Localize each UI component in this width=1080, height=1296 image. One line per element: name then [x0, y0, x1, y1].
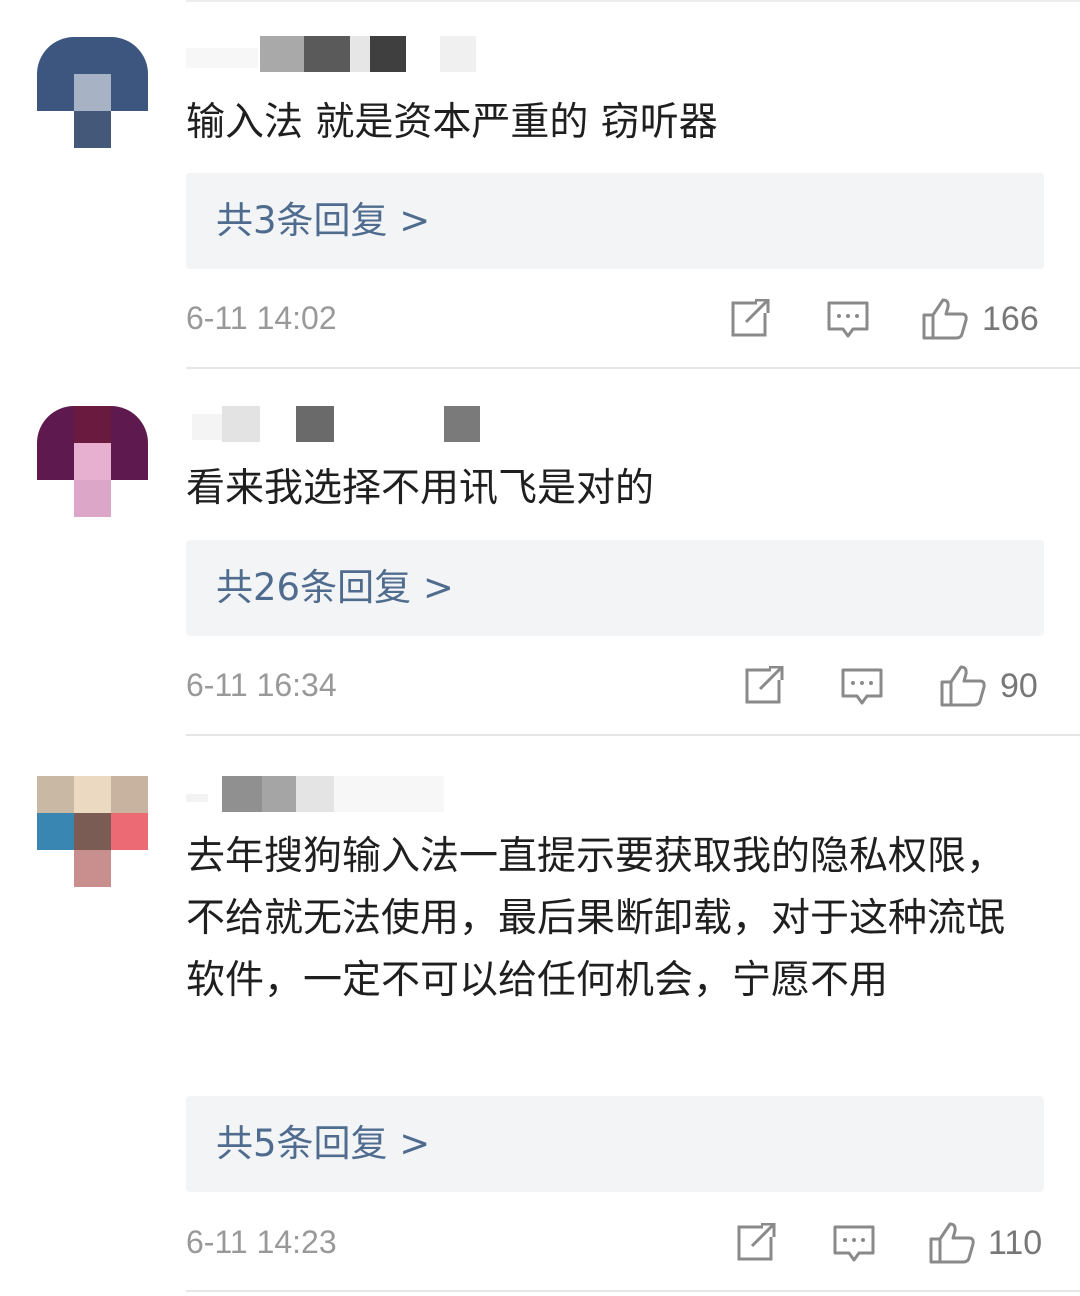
comment-icon[interactable]: [827, 301, 869, 339]
replies-label: 共3条回复 >: [216, 199, 431, 242]
comment-divider: [186, 367, 1080, 369]
share-icon[interactable]: [729, 299, 771, 339]
comment-text: 看来我选择不用讯飞是对的: [186, 466, 655, 511]
view-replies-button[interactable]: 共3条回复 >: [186, 173, 1044, 269]
avatar[interactable]: [37, 37, 148, 148]
view-replies-button[interactable]: 共5条回复 >: [186, 1096, 1044, 1192]
comment-time: 6-11 14:02: [186, 300, 337, 336]
comment-time: 6-11 14:23: [186, 1224, 337, 1260]
like-icon[interactable]: [921, 297, 969, 341]
comment-icon[interactable]: [833, 1225, 875, 1263]
replies-label: 共5条回复 >: [216, 1122, 431, 1165]
avatar[interactable]: [37, 406, 148, 517]
comment-icon[interactable]: [841, 668, 883, 706]
like-icon[interactable]: [939, 664, 987, 708]
share-icon[interactable]: [735, 1223, 777, 1263]
avatar[interactable]: [37, 776, 148, 887]
view-replies-button[interactable]: 共26条回复 >: [186, 540, 1044, 636]
like-count: 166: [982, 300, 1039, 338]
comment-time: 6-11 16:34: [186, 667, 337, 703]
top-divider: [186, 0, 1080, 2]
comment-text: 去年搜狗输入法一直提示要获取我的隐私权限，不给就无法使用，最后果断卸载，对于这种…: [186, 834, 1006, 1003]
replies-label: 共26条回复 >: [216, 566, 454, 609]
comment-divider: [186, 1290, 1080, 1292]
like-count: 90: [1000, 667, 1038, 705]
share-icon[interactable]: [743, 666, 785, 706]
comment-divider: [186, 734, 1080, 736]
comment-text: 输入法 就是资本严重的 窃听器: [186, 100, 718, 145]
like-icon[interactable]: [928, 1221, 976, 1265]
like-count: 110: [988, 1224, 1043, 1262]
